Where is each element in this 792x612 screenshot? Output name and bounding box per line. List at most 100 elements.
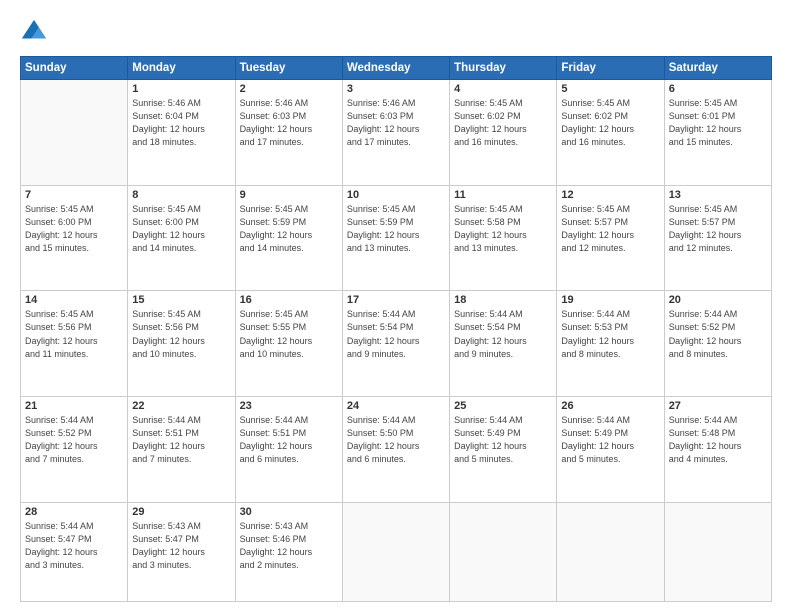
page: SundayMondayTuesdayWednesdayThursdayFrid… (0, 0, 792, 612)
weekday-header-row: SundayMondayTuesdayWednesdayThursdayFrid… (21, 57, 772, 80)
day-number: 21 (25, 400, 123, 412)
calendar-cell: 23Sunrise: 5:44 AM Sunset: 5:51 PM Dayli… (235, 397, 342, 503)
calendar-cell: 10 Sunrise: 5:45 AM Sunset: 5:59 PM Dayli… (342, 185, 449, 291)
weekday-header-sunday: Sunday (21, 57, 128, 80)
day-info: Sunrise: 5:44 AM Sunset: 5:54 PM Dayligh… (347, 308, 445, 360)
calendar-cell: 29 Sunrise: 5:43 AM Sunset: 5:47 PM Dayli… (128, 502, 235, 601)
day-info: Sunrise: 5:43 AM Sunset: 5:46 PM Dayligh… (240, 520, 338, 572)
calendar-cell (342, 502, 449, 601)
calendar-cell: 2Sunrise: 5:46 AM Sunset: 6:03 PM Daylig… (235, 80, 342, 186)
day-info: Sunrise: 5:46 AM Sunset: 6:03 PM Dayligh… (240, 97, 338, 149)
day-number: 1 (132, 83, 230, 95)
day-info: Sunrise: 5:44 AM Sunset: 5:53 PM Dayligh… (561, 308, 659, 360)
day-number: 19 (561, 294, 659, 306)
calendar-cell: 22 Sunrise: 5:44 AM Sunset: 5:51 PM Dayli… (128, 397, 235, 503)
day-info: Sunrise: 5:44 AM Sunset: 5:52 PM Dayligh… (669, 308, 767, 360)
weekday-header-monday: Monday (128, 57, 235, 80)
calendar-cell: 19 Sunrise: 5:44 AM Sunset: 5:53 PM Dayli… (557, 291, 664, 397)
logo-icon (20, 18, 48, 46)
calendar-cell: 4 Sunrise: 5:45 AM Sunset: 6:02 PM Daylig… (450, 80, 557, 186)
day-number: 3 (347, 83, 445, 95)
calendar-week-row: 14 Sunrise: 5:45 AM Sunset: 5:56 PM Dayli… (21, 291, 772, 397)
day-number: 18 (454, 294, 552, 306)
calendar-cell: 5 Sunrise: 5:45 AM Sunset: 6:02 PM Daylig… (557, 80, 664, 186)
calendar-cell: 14 Sunrise: 5:45 AM Sunset: 5:56 PM Dayli… (21, 291, 128, 397)
calendar-week-row: 7 Sunrise: 5:45 AM Sunset: 6:00 PM Daylig… (21, 185, 772, 291)
day-number: 27 (669, 400, 767, 412)
day-info: Sunrise: 5:45 AM Sunset: 6:00 PM Dayligh… (25, 203, 123, 255)
calendar-cell: 21 Sunrise: 5:44 AM Sunset: 5:52 PM Dayli… (21, 397, 128, 503)
day-number: 15 (132, 294, 230, 306)
calendar-cell: 12 Sunrise: 5:45 AM Sunset: 5:57 PM Dayli… (557, 185, 664, 291)
day-number: 5 (561, 83, 659, 95)
day-info: Sunrise: 5:45 AM Sunset: 6:00 PM Dayligh… (132, 203, 230, 255)
calendar-cell: 9 Sunrise: 5:45 AM Sunset: 5:59 PM Daylig… (235, 185, 342, 291)
day-number: 26 (561, 400, 659, 412)
calendar-week-row: 28 Sunrise: 5:44 AM Sunset: 5:47 PM Dayli… (21, 502, 772, 601)
calendar-cell: 25 Sunrise: 5:44 AM Sunset: 5:49 PM Dayli… (450, 397, 557, 503)
day-number: 8 (132, 189, 230, 201)
day-info: Sunrise: 5:45 AM Sunset: 5:59 PM Dayligh… (347, 203, 445, 255)
day-info: Sunrise: 5:45 AM Sunset: 6:02 PM Dayligh… (561, 97, 659, 149)
calendar-cell: 8 Sunrise: 5:45 AM Sunset: 6:00 PM Daylig… (128, 185, 235, 291)
day-number: 10 (347, 189, 445, 201)
weekday-header-tuesday: Tuesday (235, 57, 342, 80)
header (20, 18, 772, 46)
weekday-header-thursday: Thursday (450, 57, 557, 80)
day-info: Sunrise: 5:45 AM Sunset: 5:59 PM Dayligh… (240, 203, 338, 255)
day-number: 13 (669, 189, 767, 201)
day-number: 24 (347, 400, 445, 412)
day-info: Sunrise: 5:44 AM Sunset: 5:52 PM Dayligh… (25, 414, 123, 466)
day-number: 30 (240, 506, 338, 518)
calendar-cell: 20 Sunrise: 5:44 AM Sunset: 5:52 PM Dayli… (664, 291, 771, 397)
day-number: 17 (347, 294, 445, 306)
day-number: 12 (561, 189, 659, 201)
day-info: Sunrise: 5:45 AM Sunset: 6:01 PM Dayligh… (669, 97, 767, 149)
day-info: Sunrise: 5:44 AM Sunset: 5:47 PM Dayligh… (25, 520, 123, 572)
day-info: Sunrise: 5:44 AM Sunset: 5:51 PM Dayligh… (132, 414, 230, 466)
day-info: Sunrise: 5:44 AM Sunset: 5:49 PM Dayligh… (454, 414, 552, 466)
day-number: 6 (669, 83, 767, 95)
day-number: 25 (454, 400, 552, 412)
weekday-header-wednesday: Wednesday (342, 57, 449, 80)
calendar-cell (450, 502, 557, 601)
calendar-cell (664, 502, 771, 601)
day-info: Sunrise: 5:43 AM Sunset: 5:47 PM Dayligh… (132, 520, 230, 572)
day-info: Sunrise: 5:45 AM Sunset: 5:55 PM Dayligh… (240, 308, 338, 360)
day-number: 29 (132, 506, 230, 518)
calendar-week-row: 21 Sunrise: 5:44 AM Sunset: 5:52 PM Dayli… (21, 397, 772, 503)
day-number: 7 (25, 189, 123, 201)
calendar-cell: 13 Sunrise: 5:45 AM Sunset: 5:57 PM Dayli… (664, 185, 771, 291)
calendar-cell: 28 Sunrise: 5:44 AM Sunset: 5:47 PM Dayli… (21, 502, 128, 601)
day-number: 20 (669, 294, 767, 306)
day-info: Sunrise: 5:45 AM Sunset: 6:02 PM Dayligh… (454, 97, 552, 149)
day-number: 16 (240, 294, 338, 306)
day-info: Sunrise: 5:46 AM Sunset: 6:03 PM Dayligh… (347, 97, 445, 149)
day-number: 14 (25, 294, 123, 306)
calendar-table: SundayMondayTuesdayWednesdayThursdayFrid… (20, 56, 772, 602)
day-number: 28 (25, 506, 123, 518)
calendar-cell: 3 Sunrise: 5:46 AM Sunset: 6:03 PM Daylig… (342, 80, 449, 186)
day-info: Sunrise: 5:45 AM Sunset: 5:56 PM Dayligh… (132, 308, 230, 360)
calendar-cell: 18Sunrise: 5:44 AM Sunset: 5:54 PM Dayli… (450, 291, 557, 397)
day-number: 11 (454, 189, 552, 201)
day-number: 9 (240, 189, 338, 201)
calendar-cell: 6 Sunrise: 5:45 AM Sunset: 6:01 PM Daylig… (664, 80, 771, 186)
day-info: Sunrise: 5:44 AM Sunset: 5:48 PM Dayligh… (669, 414, 767, 466)
day-info: Sunrise: 5:45 AM Sunset: 5:58 PM Dayligh… (454, 203, 552, 255)
calendar-cell: 15 Sunrise: 5:45 AM Sunset: 5:56 PM Dayli… (128, 291, 235, 397)
calendar-cell: 30 Sunrise: 5:43 AM Sunset: 5:46 PM Dayli… (235, 502, 342, 601)
day-number: 4 (454, 83, 552, 95)
day-info: Sunrise: 5:45 AM Sunset: 5:56 PM Dayligh… (25, 308, 123, 360)
calendar-cell: 17 Sunrise: 5:44 AM Sunset: 5:54 PM Dayli… (342, 291, 449, 397)
day-info: Sunrise: 5:45 AM Sunset: 5:57 PM Dayligh… (561, 203, 659, 255)
calendar-cell: 11 Sunrise: 5:45 AM Sunset: 5:58 PM Dayli… (450, 185, 557, 291)
day-number: 22 (132, 400, 230, 412)
calendar-cell: 1Sunrise: 5:46 AM Sunset: 6:04 PM Daylig… (128, 80, 235, 186)
calendar-cell (557, 502, 664, 601)
calendar-cell: 16 Sunrise: 5:45 AM Sunset: 5:55 PM Dayli… (235, 291, 342, 397)
day-info: Sunrise: 5:44 AM Sunset: 5:51 PM Dayligh… (240, 414, 338, 466)
logo (20, 18, 52, 46)
day-info: Sunrise: 5:45 AM Sunset: 5:57 PM Dayligh… (669, 203, 767, 255)
day-info: Sunrise: 5:44 AM Sunset: 5:49 PM Dayligh… (561, 414, 659, 466)
